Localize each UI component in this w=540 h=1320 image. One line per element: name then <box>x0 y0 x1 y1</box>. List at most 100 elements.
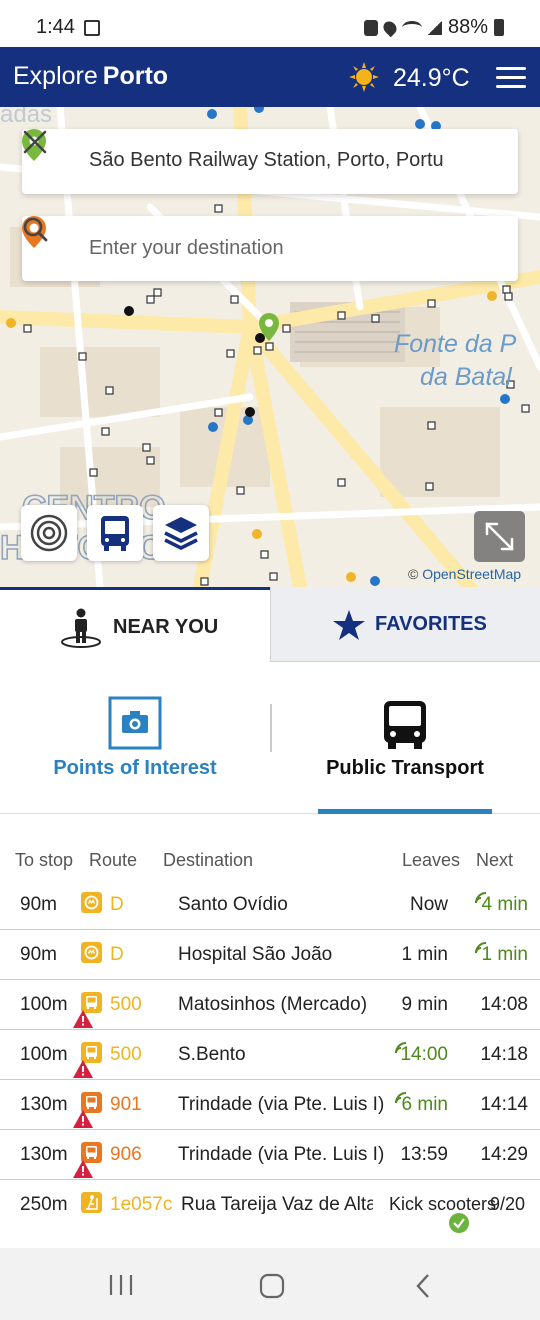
distance-to-stop: 90m <box>20 944 57 965</box>
departure-row[interactable]: 90m D Hospital São João 1 min 1 min <box>0 930 540 980</box>
route-number: 906 <box>110 1144 142 1165</box>
clear-origin-icon[interactable] <box>22 129 48 155</box>
realtime-icon <box>395 1038 407 1060</box>
destination-field[interactable] <box>22 216 518 281</box>
map-view[interactable]: Fonte da P da Batal CENTRO HISTÓRICO ada… <box>0 107 540 587</box>
destination: S.Bento <box>178 1044 246 1065</box>
realtime-icon <box>475 938 487 960</box>
next-value: 14:29 <box>480 1144 528 1165</box>
map-layers-button[interactable] <box>153 505 209 561</box>
leaves-value: 6 min <box>401 1094 448 1115</box>
leaves-value: 14:00 <box>400 1044 448 1065</box>
person-location-icon <box>61 608 101 648</box>
departure-row[interactable]: 100m 500 S.Bento 14:00 14:18 <box>0 1030 540 1080</box>
realtime-icon <box>475 888 487 910</box>
tab-public-transport[interactable]: Public Transport <box>270 662 540 812</box>
distance-to-stop: 130m <box>20 1094 68 1115</box>
search-icon[interactable] <box>22 216 48 242</box>
main-tabs: NEAR YOU FAVORITES <box>0 587 540 662</box>
next-value: 14:18 <box>480 1044 528 1065</box>
departure-row[interactable]: 90m D Santo Ovídio Now 4 min <box>0 880 540 930</box>
distance-to-stop: 90m <box>20 894 57 915</box>
route-number: D <box>110 894 124 915</box>
next-value: 4 min <box>481 894 528 915</box>
next-value: 14:14 <box>480 1094 528 1115</box>
header-next: Next <box>476 850 514 870</box>
route-number: 901 <box>110 1094 142 1115</box>
map-attribution: © OpenStreetMap <box>408 566 521 582</box>
next-value: 9/20 <box>490 1194 526 1214</box>
layers-icon <box>164 517 198 550</box>
public-transport-label: Public Transport <box>326 757 484 779</box>
status-indicators: 88% <box>363 16 504 39</box>
distance-to-stop: 130m <box>20 1144 68 1165</box>
destination-input[interactable] <box>89 234 457 262</box>
battery-icon <box>494 19 504 36</box>
category-tabs: Points of Interest Public Transport <box>0 662 540 814</box>
radius-target-icon <box>30 514 68 552</box>
departure-row[interactable]: 130m 901 Trindade (via Pte. Luis I) 6 min 14… <box>0 1080 540 1130</box>
sunny-weather-icon <box>349 62 379 92</box>
departure-row[interactable]: 250m 1e057c Rua Tareija Vaz de Altaro Kick … <box>0 1180 540 1233</box>
header-destination: Destination <box>163 850 254 870</box>
distance-to-stop: 250m <box>20 1194 68 1215</box>
battery-level: 88% <box>447 16 488 38</box>
tab-near-you[interactable]: NEAR YOU <box>0 587 270 662</box>
departure-row[interactable]: 100m 500 Matosinhos (Mercado) 9 min 14:08 <box>0 980 540 1030</box>
header-to-stop: To stop <box>15 850 74 870</box>
tab-near-you-label: NEAR YOU <box>113 616 219 638</box>
destination: Trindade (via Pte. Luis I) <box>178 1144 385 1165</box>
route-number: 500 <box>110 994 142 1015</box>
leaves-value: 1 min <box>401 944 448 965</box>
camera-icon <box>108 696 162 750</box>
header-route: Route <box>89 850 138 870</box>
destination: Rua Tareija Vaz de Altaro <box>181 1194 373 1215</box>
leaves-value: Now <box>409 894 448 915</box>
back-icon[interactable] <box>414 1273 432 1299</box>
status-time: 1:44 <box>36 16 75 38</box>
poi-label: Points of Interest <box>53 757 217 779</box>
map-label-2: da Batal <box>420 363 513 391</box>
wifi-icon <box>401 20 422 35</box>
map-label-1: Fonte da P <box>394 330 517 358</box>
route-number: D <box>110 944 124 965</box>
home-icon[interactable] <box>259 1273 285 1299</box>
destination: Matosinhos (Mercado) <box>178 994 368 1015</box>
expand-map-button[interactable] <box>474 511 525 562</box>
openstreetmap-link[interactable]: OpenStreetMap <box>422 566 521 582</box>
recent-apps-icon[interactable] <box>108 1274 134 1296</box>
header-leaves: Leaves <box>402 850 461 870</box>
realtime-icon <box>395 1088 407 1110</box>
distance-to-stop: 100m <box>20 1044 68 1065</box>
route-number: 500 <box>110 1044 142 1065</box>
departure-row[interactable]: 130m 906 Trindade (via Pte. Luis I) 13:59 14… <box>0 1130 540 1180</box>
leaves-value: 9 min <box>401 994 448 1015</box>
expand-icon <box>485 522 514 551</box>
hamburger-menu-icon[interactable] <box>496 67 526 89</box>
status-bar: 1:44 88% <box>0 0 540 47</box>
bus-icon <box>101 516 129 551</box>
transport-layer-button[interactable] <box>87 505 143 561</box>
gallery-notification-icon <box>84 20 100 36</box>
destination: Trindade (via Pte. Luis I) <box>178 1094 385 1115</box>
app-logo: Explore Porto <box>13 62 168 91</box>
next-value: 1 min <box>481 944 528 965</box>
destination: Hospital São João <box>178 944 333 965</box>
destination: Santo Ovídio <box>178 894 288 915</box>
tab-favorites[interactable]: FAVORITES <box>270 587 540 662</box>
temperature: 24.9°C <box>393 64 470 92</box>
origin-field[interactable]: São Bento Railway Station, Porto, Portu <box>22 129 518 194</box>
attribution-prefix: © <box>408 566 423 582</box>
active-tab-indicator <box>318 809 492 814</box>
system-nav-bar <box>0 1248 540 1320</box>
leaves-value: 13:59 <box>400 1144 448 1165</box>
next-value: 14:08 <box>480 994 528 1015</box>
public-transport-bus-icon <box>384 701 426 749</box>
origin-value[interactable]: São Bento Railway Station, Porto, Portu <box>89 149 457 172</box>
leaves-value: Kick scooters <box>389 1194 497 1214</box>
radius-button[interactable] <box>21 505 77 561</box>
location-icon <box>380 18 400 37</box>
battery-saver-icon <box>363 19 378 36</box>
star-icon <box>333 610 365 640</box>
tab-points-of-interest[interactable]: Points of Interest <box>0 662 270 812</box>
